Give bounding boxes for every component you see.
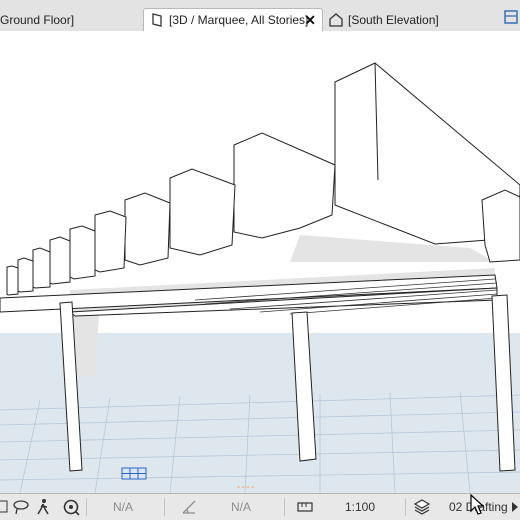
walk-icon[interactable] [36, 498, 50, 516]
3d-window-icon [152, 13, 162, 27]
tab-south-elevation[interactable]: [South Elevation] [328, 8, 518, 31]
grid-window-icon[interactable] [0, 500, 9, 514]
tab-bar: Ground Floor] [3D / Marquee, All Stories… [0, 0, 520, 32]
arrow-right-icon[interactable] [512, 502, 518, 512]
status-bar: N/A N/A 1:100 02 Drafting [0, 493, 520, 520]
angle-value[interactable]: N/A [231, 500, 251, 514]
layers-icon[interactable] [413, 498, 431, 516]
tab-3d-marquee[interactable]: [3D / Marquee, All Stories] ✕ [143, 8, 323, 31]
tab-south-elevation-label: [South Elevation] [348, 12, 439, 27]
floor-plan-icon[interactable] [504, 10, 518, 24]
navigator-icon[interactable] [62, 498, 80, 516]
tab-ground-floor[interactable]: Ground Floor] [0, 8, 140, 31]
tab-3d-marquee-label: [3D / Marquee, All Stories] [169, 13, 309, 27]
3d-viewport[interactable] [0, 31, 520, 494]
resize-grip-bottom[interactable]: ---- [231, 482, 261, 493]
ruler-icon[interactable] [297, 502, 313, 512]
3d-model-canvas[interactable] [0, 31, 520, 494]
tab-ground-floor-label: Ground Floor] [0, 12, 75, 27]
scale-value[interactable]: 1:100 [345, 500, 375, 514]
zoom-value[interactable]: N/A [113, 500, 133, 514]
origin-marker [121, 467, 147, 480]
mouse-cursor-icon [470, 494, 484, 515]
lasso-icon[interactable] [12, 499, 30, 515]
elevation-house-icon [329, 12, 343, 27]
angle-icon[interactable] [181, 499, 197, 515]
close-icon[interactable]: ✕ [304, 12, 316, 29]
